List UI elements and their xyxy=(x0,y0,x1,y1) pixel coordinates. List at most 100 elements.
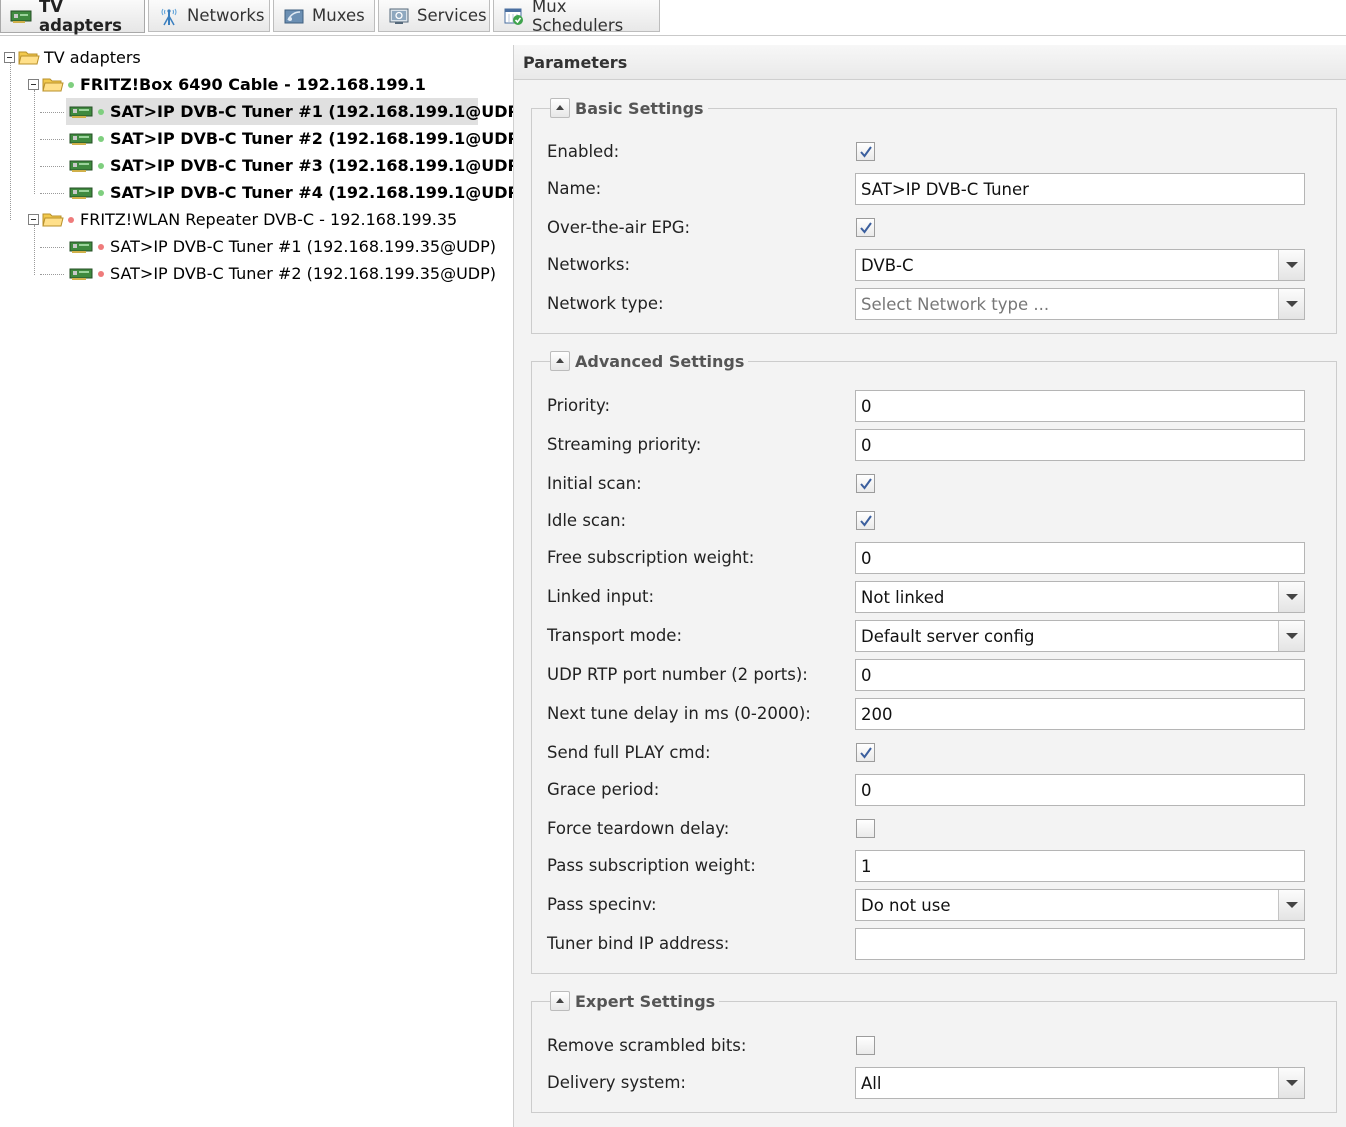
tree-node-device[interactable]: FRITZ!WLAN Repeater DVB-C - 192.168.199.… xyxy=(28,206,457,233)
tree-node-tuner[interactable]: SAT>IP DVB-C Tuner #1 (192.168.199.35@UD… xyxy=(66,233,496,260)
row-ota-epg: Over-the-air EPG: xyxy=(532,212,1338,244)
tree-node-label: SAT>IP DVB-C Tuner #4 (192.168.199.1@UDP… xyxy=(110,183,527,202)
row-idle-scan: Idle scan: xyxy=(532,505,1338,537)
udp-rtp-port-input[interactable]: 0 xyxy=(855,659,1305,691)
tree-node-root[interactable]: TV adapters xyxy=(4,44,141,71)
tree-node-label: SAT>IP DVB-C Tuner #1 (192.168.199.35@UD… xyxy=(110,237,496,256)
field-label: Delivery system: xyxy=(547,1073,686,1092)
linked-input-select[interactable]: Not linked xyxy=(855,581,1305,613)
field-label: Over-the-air EPG: xyxy=(547,218,691,237)
tab-label: Mux Schedulers xyxy=(532,0,624,35)
send-full-play-checkbox[interactable] xyxy=(856,743,875,762)
tree-node-label: SAT>IP DVB-C Tuner #2 (192.168.199.1@UDP… xyxy=(110,129,527,148)
delivery-system-select[interactable]: All xyxy=(855,1067,1305,1099)
fieldset-legend: Basic Settings xyxy=(550,96,708,120)
check-icon xyxy=(860,515,872,527)
tv-card-icon xyxy=(10,10,32,23)
field-label: UDP RTP port number (2 ports): xyxy=(547,665,808,684)
services-icon xyxy=(389,8,409,24)
check-icon xyxy=(860,747,872,759)
legend-text: Expert Settings xyxy=(575,991,716,1011)
collapse-toggle-icon[interactable] xyxy=(28,214,39,225)
input-value: 0 xyxy=(861,780,872,800)
priority-input[interactable]: 0 xyxy=(855,390,1305,422)
tree-node-label: FRITZ!Box 6490 Cable - 192.168.199.1 xyxy=(80,75,426,94)
network-type-select[interactable]: Select Network type ... xyxy=(855,288,1305,320)
folder-open-icon xyxy=(42,213,64,227)
collapse-up-icon[interactable] xyxy=(550,991,570,1011)
pass-specinv-select[interactable]: Do not use xyxy=(855,889,1305,921)
tree-node-device[interactable]: FRITZ!Box 6490 Cable - 192.168.199.1 xyxy=(28,71,426,98)
initial-scan-checkbox[interactable] xyxy=(856,474,875,493)
input-value: 0 xyxy=(861,665,872,685)
legend-text: Basic Settings xyxy=(575,98,704,118)
ota-epg-checkbox[interactable] xyxy=(856,218,875,237)
row-free-subscription-weight: Free subscription weight: 0 xyxy=(532,542,1338,574)
field-label: Tuner bind IP address: xyxy=(547,934,730,953)
input-value: 200 xyxy=(861,704,893,724)
tab-tv-adapters[interactable]: TV adapters xyxy=(0,0,145,35)
select-value: Default server config xyxy=(861,626,1035,646)
tab-services[interactable]: Services xyxy=(378,0,490,32)
field-label: Enabled: xyxy=(547,142,620,161)
field-label: Send full PLAY cmd: xyxy=(547,743,711,762)
select-value: Do not use xyxy=(861,895,951,915)
idle-scan-checkbox[interactable] xyxy=(856,511,875,530)
tab-mux-schedulers[interactable]: Mux Schedulers xyxy=(493,0,660,35)
force-teardown-delay-checkbox[interactable] xyxy=(856,819,875,838)
tree-guide xyxy=(34,90,35,194)
dropdown-arrow-icon[interactable] xyxy=(1278,621,1304,651)
collapse-toggle-icon[interactable] xyxy=(28,79,39,90)
panel-title-text: Parameters xyxy=(523,52,628,72)
tab-networks[interactable]: Networks xyxy=(148,0,270,32)
tree-node-label: TV adapters xyxy=(44,48,141,67)
tv-card-icon xyxy=(69,133,93,145)
tab-label: TV adapters xyxy=(39,0,122,35)
tab-label: Muxes xyxy=(312,6,365,25)
collapse-up-icon[interactable] xyxy=(550,98,570,118)
enabled-checkbox[interactable] xyxy=(856,142,875,161)
remove-scrambled-bits-checkbox[interactable] xyxy=(856,1036,875,1055)
dropdown-arrow-icon[interactable] xyxy=(1278,582,1304,612)
tree-node-tuner[interactable]: SAT>IP DVB-C Tuner #4 (192.168.199.1@UDP… xyxy=(66,179,527,206)
collapse-up-icon[interactable] xyxy=(550,351,570,371)
tree-node-tuner[interactable]: SAT>IP DVB-C Tuner #2 (192.168.199.1@UDP… xyxy=(66,125,527,152)
collapse-toggle-icon[interactable] xyxy=(4,52,15,63)
row-pass-specinv: Pass specinv: Do not use xyxy=(532,889,1338,921)
field-label: Name: xyxy=(547,179,602,198)
tab-label: Services xyxy=(417,6,487,25)
adapter-tree: TV adapters FRITZ!Box 6490 Cable - 192.1… xyxy=(0,36,527,1127)
panel-title: Parameters xyxy=(514,45,1346,80)
tree-guide xyxy=(40,193,64,194)
grace-period-input[interactable]: 0 xyxy=(855,774,1305,806)
tab-muxes[interactable]: Muxes xyxy=(273,0,375,32)
streaming-priority-input[interactable]: 0 xyxy=(855,429,1305,461)
tree-guide xyxy=(40,274,64,275)
tuner-bind-ip-input[interactable] xyxy=(855,928,1305,960)
row-next-tune-delay: Next tune delay in ms (0-2000): 200 xyxy=(532,698,1338,730)
tree-node-tuner[interactable]: SAT>IP DVB-C Tuner #1 (192.168.199.1@UDP… xyxy=(66,98,527,125)
transport-mode-select[interactable]: Default server config xyxy=(855,620,1305,652)
field-label: Force teardown delay: xyxy=(547,819,730,838)
name-input[interactable]: SAT>IP DVB-C Tuner xyxy=(855,173,1305,205)
dropdown-arrow-icon[interactable] xyxy=(1278,250,1304,280)
tv-card-icon xyxy=(69,187,93,199)
dropdown-arrow-icon[interactable] xyxy=(1278,1068,1304,1098)
pass-subscription-weight-input[interactable]: 1 xyxy=(855,850,1305,882)
select-placeholder: Select Network type ... xyxy=(861,294,1050,314)
dropdown-arrow-icon[interactable] xyxy=(1278,289,1304,319)
field-label: Network type: xyxy=(547,294,664,313)
folder-open-icon xyxy=(42,78,64,92)
status-online-icon xyxy=(98,189,104,196)
next-tune-delay-input[interactable]: 200 xyxy=(855,698,1305,730)
tree-node-tuner[interactable]: SAT>IP DVB-C Tuner #3 (192.168.199.1@UDP… xyxy=(66,152,527,179)
field-label: Pass subscription weight: xyxy=(547,856,756,875)
free-subscription-weight-input[interactable]: 0 xyxy=(855,542,1305,574)
scheduler-icon xyxy=(504,8,523,25)
dropdown-arrow-icon[interactable] xyxy=(1278,890,1304,920)
row-force-teardown-delay: Force teardown delay: xyxy=(532,813,1338,845)
field-label: Idle scan: xyxy=(547,511,627,530)
tree-node-tuner[interactable]: SAT>IP DVB-C Tuner #2 (192.168.199.35@UD… xyxy=(66,260,496,287)
field-label: Pass specinv: xyxy=(547,895,657,914)
networks-select[interactable]: DVB-C xyxy=(855,249,1305,281)
